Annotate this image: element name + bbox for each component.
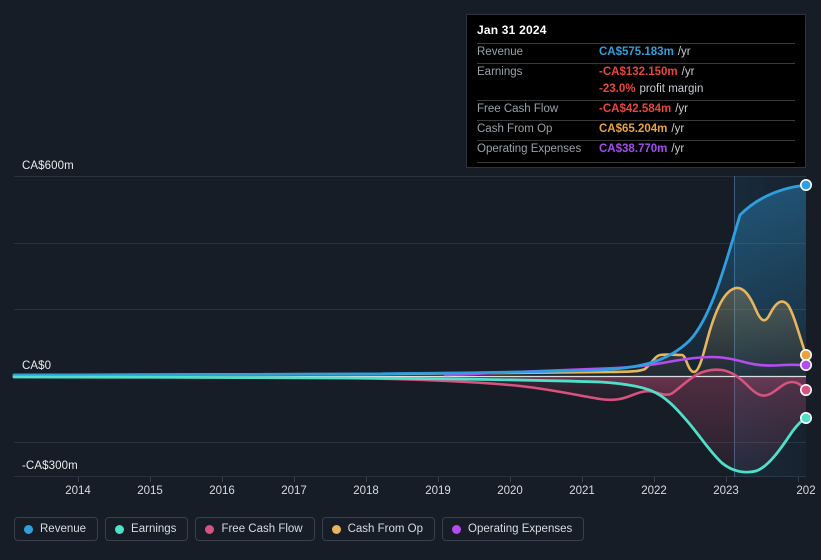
x-tick-2021: 2021 — [569, 485, 595, 497]
tooltip-value-operating-expenses: CA$38.770m — [599, 143, 668, 155]
tooltip-unit-operating-expenses: /yr — [671, 143, 685, 155]
x-axis-ticks — [78, 477, 799, 482]
tooltip-value-profit-margin: -23.0% — [599, 83, 636, 95]
x-tick-2015: 2015 — [137, 485, 163, 497]
legend-dot-earnings-icon — [115, 524, 125, 534]
legend-item-cash-from-op[interactable]: Cash From Op — [321, 517, 436, 541]
tooltip-value-cash-from-op: CA$65.204m — [599, 123, 668, 135]
tooltip-value-free-cash-flow: -CA$42.584m — [599, 103, 672, 115]
tooltip-label-revenue: Revenue — [477, 46, 524, 58]
x-tick-2023: 2023 — [713, 485, 739, 497]
legend-item-free-cash-flow[interactable]: Free Cash Flow — [195, 517, 315, 541]
tooltip-row-operating-expenses: Operating Expenses CA$38.770m /yr — [477, 140, 795, 160]
area-earnings — [14, 377, 806, 473]
legend-item-operating-expenses[interactable]: Operating Expenses — [442, 517, 585, 541]
legend-item-earnings[interactable]: Earnings — [105, 517, 189, 541]
tooltip-unit-earnings: /yr — [681, 66, 695, 78]
chart-tooltip: Jan 31 2024 Revenue CA$575.183m /yr Earn… — [466, 14, 806, 168]
legend-label-earnings: Earnings — [131, 523, 177, 535]
tooltip-row-earnings: Earnings -CA$132.150m /yr — [477, 63, 795, 83]
tooltip-row-revenue: Revenue CA$575.183m /yr — [477, 43, 795, 63]
tooltip-bottom-divider — [477, 162, 795, 163]
legend-label-cash-from-op: Cash From Op — [347, 523, 424, 535]
legend-dot-free-cash-flow-icon — [205, 524, 215, 534]
legend-label-revenue: Revenue — [40, 523, 87, 535]
x-tick-2022: 2022 — [641, 485, 667, 497]
legend-dot-revenue-icon — [24, 524, 33, 534]
tooltip-value-earnings: -CA$132.150m — [599, 66, 678, 78]
tooltip-value-revenue: CA$575.183m — [599, 46, 674, 58]
chart-legend: Revenue Earnings Free Cash Flow Cash Fro… — [14, 517, 585, 541]
line-cash-from-op — [12, 286, 808, 377]
tooltip-date: Jan 31 2024 — [477, 23, 547, 37]
financial-chart: CA$600m CA$0 -CA$300m 2014 2015 2016 201… — [0, 0, 821, 560]
x-tick-2018: 2018 — [353, 485, 379, 497]
tooltip-label-earnings: Earnings — [477, 66, 523, 78]
x-axis: 2014 2015 2016 2017 2018 2019 2020 2021 … — [0, 485, 821, 503]
tooltip-label-operating-expenses: Operating Expenses — [477, 143, 582, 155]
area-revenue — [14, 185, 806, 376]
legend-label-operating-expenses: Operating Expenses — [468, 523, 573, 535]
tooltip-row-profit-margin: -23.0% profit margin — [477, 83, 795, 100]
x-tick-2020: 2020 — [497, 485, 523, 497]
x-tick-2019: 2019 — [425, 485, 451, 497]
tooltip-unit-free-cash-flow: /yr — [675, 103, 689, 115]
tooltip-unit-profit-margin: profit margin — [639, 83, 704, 95]
legend-item-revenue[interactable]: Revenue — [14, 517, 99, 541]
legend-dot-cash-from-op-icon — [331, 524, 341, 534]
chart-gridlines — [14, 176, 806, 477]
tooltip-unit-cash-from-op: /yr — [671, 123, 685, 135]
tooltip-label-cash-from-op: Cash From Op — [477, 123, 553, 135]
x-tick-2017: 2017 — [281, 485, 307, 497]
legend-label-free-cash-flow: Free Cash Flow — [221, 523, 303, 535]
tooltip-label-free-cash-flow: Free Cash Flow — [477, 103, 559, 115]
legend-dot-operating-expenses-icon — [452, 524, 462, 534]
x-tick-2016: 2016 — [209, 485, 235, 497]
x-tick-2014: 2014 — [65, 485, 91, 497]
tooltip-row-cash-from-op: Cash From Op CA$65.204m /yr — [477, 120, 795, 140]
tooltip-unit-revenue: /yr — [677, 46, 691, 58]
x-tick-2024: 202 — [796, 485, 816, 497]
tooltip-row-free-cash-flow: Free Cash Flow -CA$42.584m /yr — [477, 100, 795, 120]
